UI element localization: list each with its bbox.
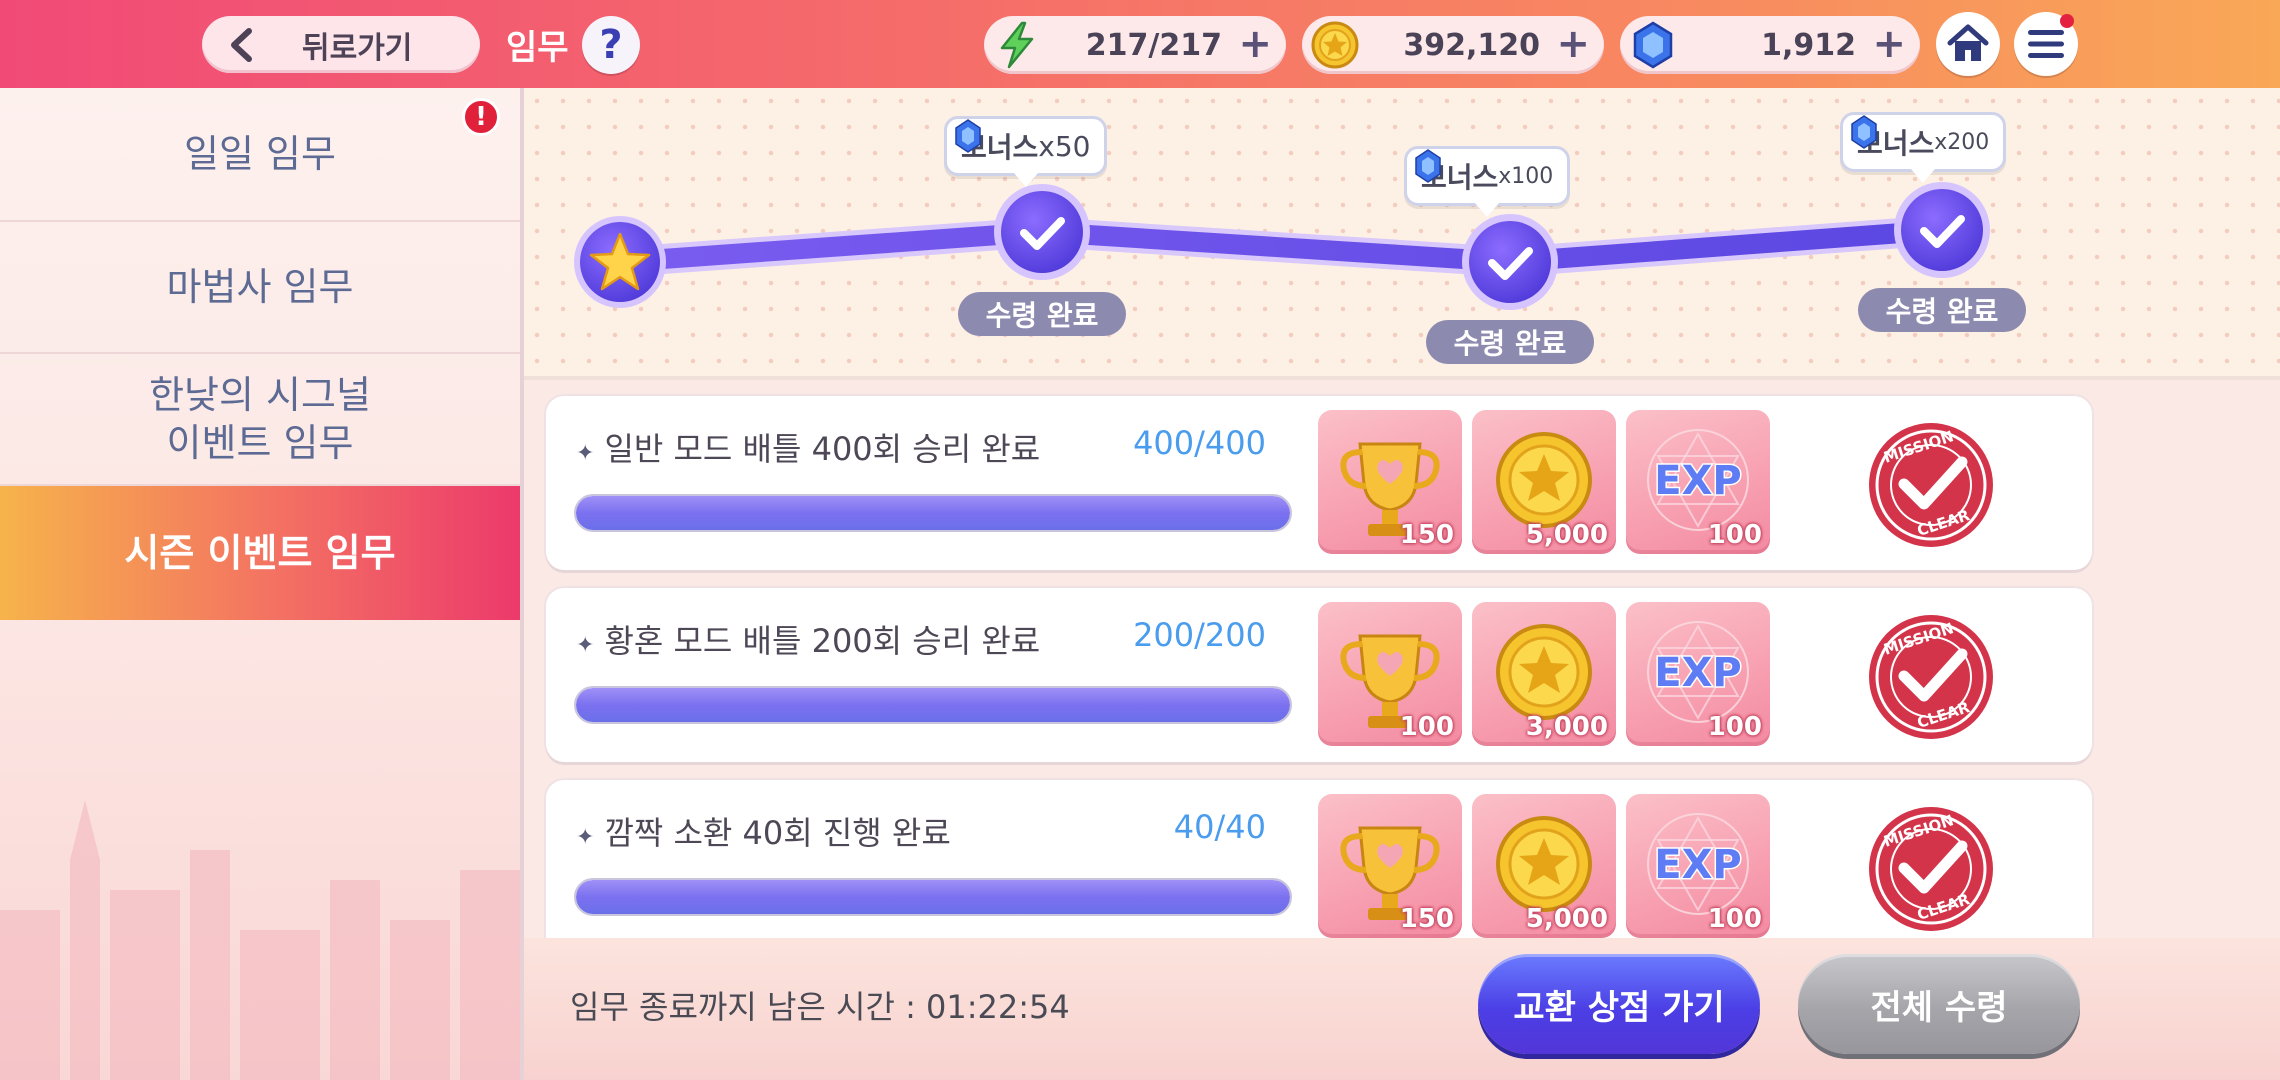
reward-qty: 100 (1707, 712, 1762, 742)
mission-row: ✦ 황혼 모드 배틀 200회 승리 완료 200/200 100 3,000 E… (546, 588, 2092, 762)
home-button[interactable] (1936, 12, 2000, 76)
back-button-label: 뒤로가기 (302, 30, 413, 66)
energy-add-button[interactable]: + (1238, 22, 1272, 66)
bonus-multiplier: x200 (1934, 129, 1990, 155)
reward-qty: 100 (1399, 712, 1454, 742)
blue-gem-icon (955, 119, 981, 153)
reward-qty: 150 (1399, 904, 1454, 934)
mission-progress-fill (576, 880, 1290, 914)
bonus-bubble-2: 보너스 x100 (1404, 146, 1571, 217)
mission-title-text: 깜짝 소환 40회 진행 완료 (604, 814, 951, 852)
track-line (574, 182, 1990, 310)
energy-counter: 217/217 + (984, 16, 1286, 74)
home-icon (1947, 24, 1989, 61)
menu-notification-dot (2060, 14, 2074, 28)
milestone-2-check-icon (1462, 214, 1558, 310)
mission-title-text: 일반 모드 배틀 400회 승리 완료 (604, 430, 1041, 468)
track-start-star-icon (574, 216, 666, 308)
back-button[interactable]: 뒤로가기 (202, 16, 480, 73)
blue-gem-icon (1415, 149, 1441, 183)
sidebar-item-signal-event[interactable]: 한낮의 시그널 이벤트 임무 (0, 354, 520, 486)
reward-exp[interactable]: EXP 100 (1626, 794, 1770, 938)
daily-alert-badge: ! (462, 98, 500, 136)
reward-qty: 100 (1707, 520, 1762, 550)
sidebar-item-season-event[interactable]: 시즌 이벤트 임무 (0, 486, 520, 620)
mission-title: ✦ 깜짝 소환 40회 진행 완료 (576, 814, 951, 852)
mission-title: ✦ 황혼 모드 배틀 200회 승리 완료 (576, 622, 1041, 660)
milestone-1-status: 수령 완료 (958, 292, 1126, 336)
city-skyline-decoration (0, 800, 520, 1080)
sidebar-item-label: 시즌 이벤트 임무 (124, 531, 396, 575)
bonus-bubble-3: 보너스 x200 (1840, 112, 2007, 183)
help-button[interactable]: ? (582, 16, 640, 74)
gem-value: 1,912 (1761, 28, 1856, 63)
blue-gem-icon (1633, 21, 1673, 69)
mission-progress-bar (574, 686, 1292, 724)
bonus-multiplier: x50 (1038, 129, 1091, 163)
bonus-progress-track: 보너스 x50 보너스 x100 보너스 x200 수령 완료 수령 완료 수령… (524, 88, 2280, 380)
gold-add-button[interactable]: + (1556, 22, 1590, 66)
mission-clear-stamp-icon (1866, 612, 1996, 742)
reward-exp[interactable]: EXP 100 (1626, 602, 1770, 746)
mission-row: ✦ 깜짝 소환 40회 진행 완료 40/40 150 5,000 EXP 100 (546, 780, 2092, 938)
exchange-shop-button[interactable]: 교환 상점 가기 (1478, 954, 1760, 1054)
top-bar: 뒤로가기 임무 ? 217/217 + 392,120 + 1,912 + (0, 0, 2280, 88)
hamburger-menu-icon (2028, 30, 2064, 58)
reward-qty: 150 (1399, 520, 1454, 550)
chevron-left-icon (220, 23, 264, 67)
mission-clear-stamp-icon (1866, 420, 1996, 550)
svg-text:EXP: EXP (1654, 842, 1741, 888)
lightning-icon (1000, 21, 1034, 69)
reward-trophy[interactable]: 100 (1318, 602, 1462, 746)
blue-gem-icon (1851, 115, 1877, 149)
mission-row: ✦ 일반 모드 배틀 400회 승리 완료 400/400 150 5,000 E… (546, 396, 2092, 570)
reward-gold[interactable]: 5,000 (1472, 794, 1616, 938)
mission-clear-stamp-icon (1866, 804, 1996, 934)
reward-qty: 100 (1707, 904, 1762, 934)
sidebar: 일일 임무 ! 마법사 임무 한낮의 시그널 이벤트 임무 시즌 이벤트 임무 (0, 88, 520, 1080)
mission-title: ✦ 일반 모드 배틀 400회 승리 완료 (576, 430, 1041, 468)
mission-title-text: 황혼 모드 배틀 200회 승리 완료 (604, 622, 1041, 660)
reward-gold[interactable]: 3,000 (1472, 602, 1616, 746)
reward-qty: 3,000 (1525, 712, 1608, 742)
gem-add-button[interactable]: + (1872, 22, 1906, 66)
reward-trophy[interactable]: 150 (1318, 410, 1462, 554)
energy-value: 217/217 (1085, 28, 1222, 63)
mission-count: 200/200 (1133, 616, 1266, 654)
mission-progress-fill (576, 496, 1290, 530)
milestone-1-check-icon (994, 184, 1090, 280)
sidebar-item-label: 일일 임무 (184, 132, 336, 176)
sidebar-item-daily[interactable]: 일일 임무 (0, 88, 520, 222)
page-title: 임무 (506, 28, 569, 68)
svg-text:EXP: EXP (1654, 458, 1741, 504)
gold-value: 392,120 (1403, 28, 1540, 63)
reward-exp[interactable]: EXP 100 (1626, 410, 1770, 554)
gold-counter: 392,120 + (1302, 16, 1604, 74)
mission-progress-bar (574, 494, 1292, 532)
bonus-multiplier: x100 (1498, 163, 1554, 189)
milestone-3-check-icon (1894, 182, 1990, 278)
mission-progress-bar (574, 878, 1292, 916)
mission-end-timer: 임무 종료까지 남은 시간 : 01:22:54 (570, 988, 1070, 1026)
gold-coin-icon (1311, 21, 1359, 69)
mission-count: 400/400 (1133, 424, 1266, 462)
bonus-bubble-1: 보너스 x50 (944, 116, 1108, 187)
milestone-2-status: 수령 완료 (1426, 320, 1594, 364)
sidebar-item-label: 한낮의 시그널 이벤트 임무 (149, 373, 371, 465)
reward-qty: 5,000 (1525, 520, 1608, 550)
menu-button[interactable] (2014, 12, 2078, 76)
gem-counter: 1,912 + (1620, 16, 1920, 74)
reward-gold[interactable]: 5,000 (1472, 410, 1616, 554)
mission-count: 40/40 (1173, 808, 1266, 846)
reward-trophy[interactable]: 150 (1318, 794, 1462, 938)
svg-text:EXP: EXP (1654, 650, 1741, 696)
sidebar-item-wizard[interactable]: 마법사 임무 (0, 222, 520, 354)
claim-all-button[interactable]: 전체 수령 (1798, 954, 2080, 1054)
mission-list[interactable]: ✦ 일반 모드 배틀 400회 승리 완료 400/400 150 5,000 E… (524, 384, 2280, 938)
milestone-3-status: 수령 완료 (1858, 288, 2026, 332)
reward-qty: 5,000 (1525, 904, 1608, 934)
mission-progress-fill (576, 688, 1290, 722)
sidebar-item-label: 마법사 임무 (166, 265, 354, 309)
